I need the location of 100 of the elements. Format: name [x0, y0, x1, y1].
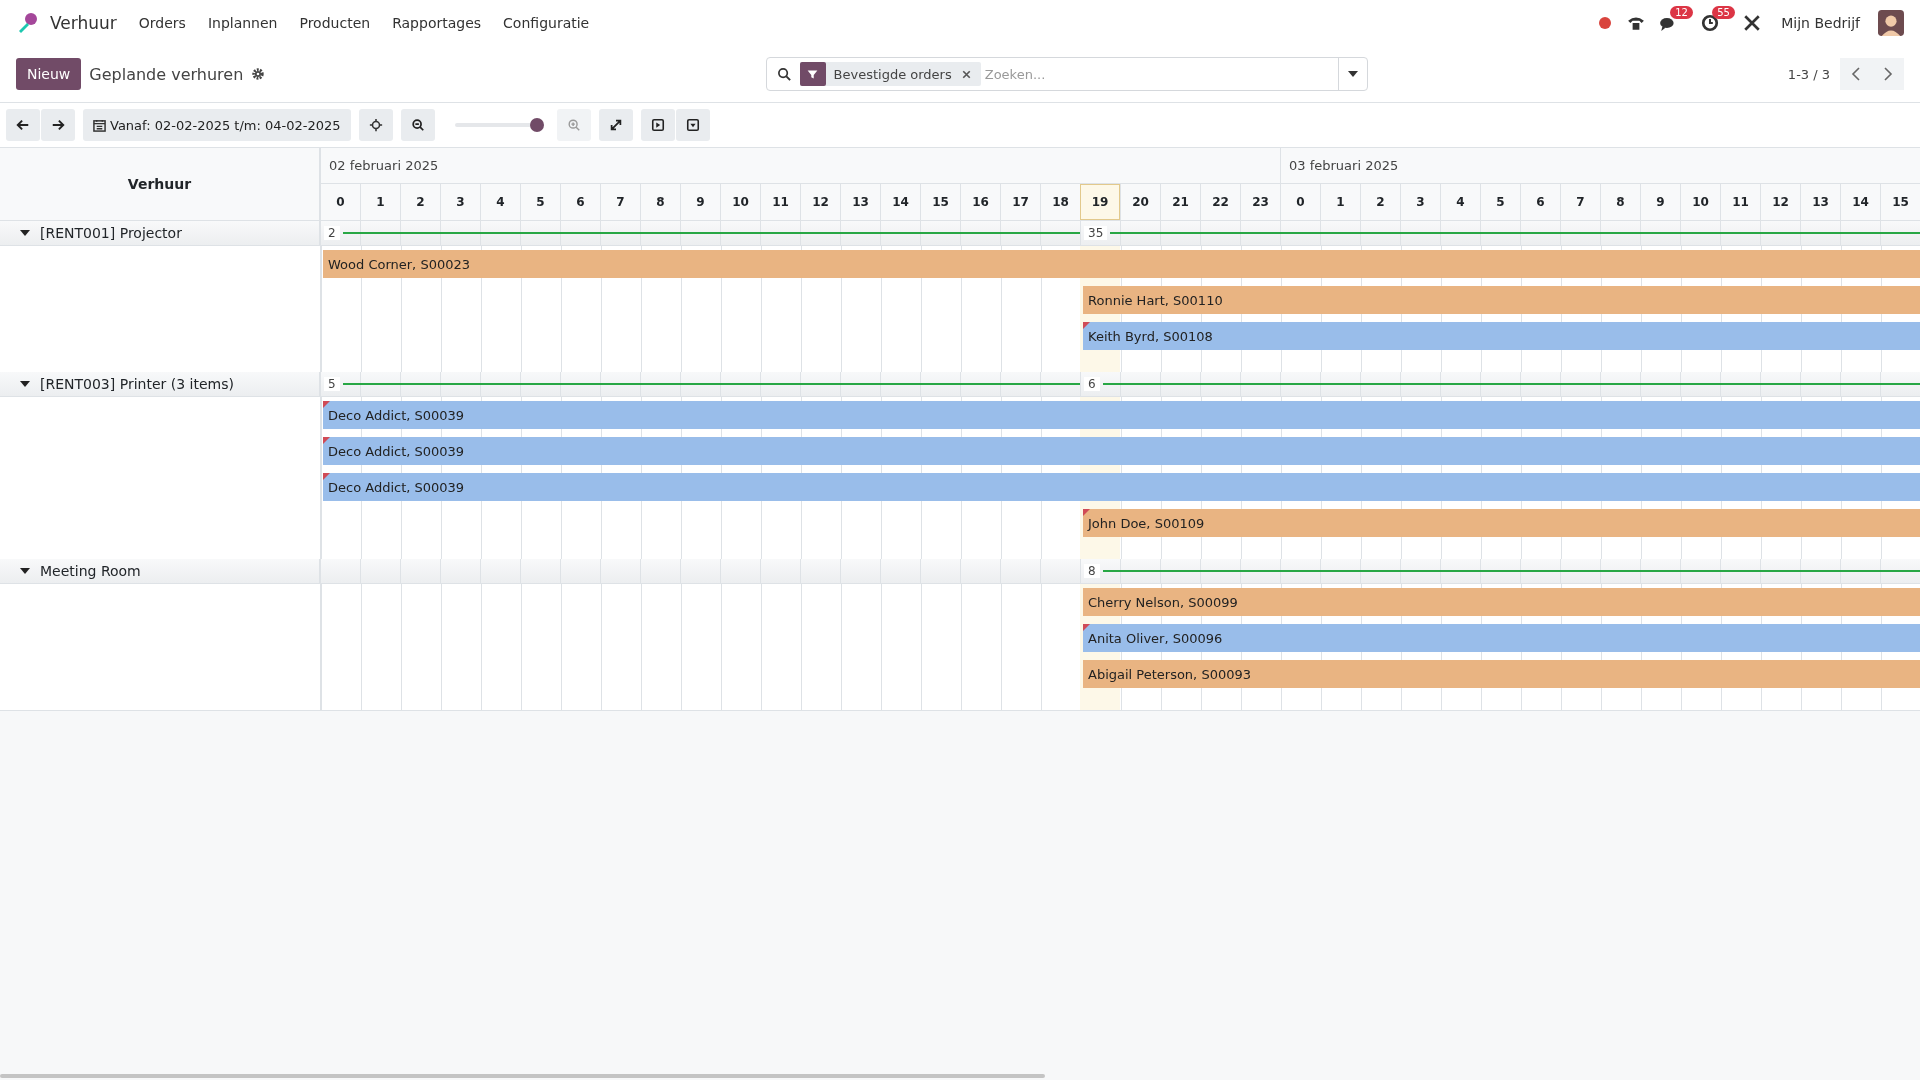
chevron-left-icon	[1851, 66, 1861, 82]
previous-period-button[interactable]	[6, 109, 40, 141]
filter-facet[interactable]: Bevestigde orders	[799, 62, 981, 86]
hour-header: 12	[1760, 184, 1800, 220]
focus-today-button[interactable]	[358, 109, 393, 141]
hour-header: 9	[680, 184, 720, 220]
app-name[interactable]: Verhuur	[50, 13, 117, 33]
hour-header: 3	[1400, 184, 1440, 220]
caret-square-icon	[685, 118, 700, 132]
warning-flag-icon	[1083, 509, 1090, 516]
hour-header: 0	[320, 184, 360, 220]
menu-item[interactable]: Producten	[299, 15, 371, 31]
hour-header: 9	[1640, 184, 1680, 220]
group-name: [RENT003] Printer (3 items)	[40, 376, 234, 392]
hour-header: 6	[1520, 184, 1560, 220]
clock-icon[interactable]	[1701, 14, 1720, 32]
rental-pill[interactable]: John Doe, S00109	[1083, 509, 1920, 537]
hour-header: 2	[400, 184, 440, 220]
search-field[interactable]: Bevestigde orders Zoeken...	[765, 57, 1368, 91]
hour-header: 13	[840, 184, 880, 220]
expand-rows-button[interactable]	[640, 109, 675, 141]
arrow-right-icon	[51, 118, 65, 132]
hour-header: 2	[1360, 184, 1400, 220]
phone-icon[interactable]	[1627, 14, 1646, 32]
pager-value[interactable]: 1-3 / 3	[1787, 66, 1830, 82]
facet-label: Bevestigde orders	[833, 66, 952, 82]
search-icon	[776, 66, 792, 82]
rental-pill[interactable]: Deco Addict, S00039	[323, 473, 1920, 501]
hour-header: 17	[1000, 184, 1040, 220]
rental-pill[interactable]: Cherry Nelson, S00099	[1083, 588, 1920, 616]
zoom-out-icon	[410, 118, 425, 132]
filter-icon	[806, 67, 820, 81]
hour-header: 8	[1600, 184, 1640, 220]
hour-header: 7	[600, 184, 640, 220]
hour-header: 23	[1240, 184, 1280, 220]
hour-header: 21	[1160, 184, 1200, 220]
group-row-header[interactable]: Meeting Room	[0, 559, 320, 583]
hour-header: 14	[1840, 184, 1880, 220]
horizontal-scrollbar[interactable]	[0, 1074, 1045, 1078]
rental-pill[interactable]: Abigail Peterson, S00093	[1083, 660, 1920, 688]
hour-header: 0	[1280, 184, 1320, 220]
hour-header: 15	[920, 184, 960, 220]
group-row-header[interactable]: [RENT001] Projector	[0, 221, 320, 245]
menu-item[interactable]: Configuratie	[503, 15, 590, 31]
calendar-icon	[93, 118, 106, 132]
rental-pill[interactable]: Deco Addict, S00039	[323, 437, 1920, 465]
zoom-thumb[interactable]	[529, 118, 544, 132]
hour-header: 6	[560, 184, 600, 220]
menu-item[interactable]: Rapportages	[392, 15, 482, 31]
total-count: 8	[1084, 564, 1100, 578]
message-count: 12	[1670, 6, 1693, 19]
new-button[interactable]: Nieuw	[16, 58, 82, 90]
hour-header: 13	[1800, 184, 1840, 220]
rental-pill[interactable]: Anita Oliver, S00096	[1083, 624, 1920, 652]
arrow-left-icon	[16, 118, 30, 132]
hour-header: 15	[1880, 184, 1920, 220]
expand-button[interactable]	[598, 109, 633, 141]
hour-header: 22	[1200, 184, 1240, 220]
day-header: 03 februari 2025	[1280, 148, 1920, 184]
warning-flag-icon	[323, 437, 330, 444]
total-count: 2	[324, 226, 340, 240]
hour-header: 4	[1440, 184, 1480, 220]
hour-header: 10	[720, 184, 760, 220]
warning-flag-icon	[323, 473, 330, 480]
expand-arrows-icon	[608, 118, 623, 132]
hour-header: 11	[1720, 184, 1760, 220]
hour-header: 12	[800, 184, 840, 220]
settings-icon[interactable]	[251, 67, 266, 81]
column-header: Verhuur	[0, 148, 320, 220]
rental-pill[interactable]: Keith Byrd, S00108	[1083, 322, 1920, 350]
hour-header: 7	[1560, 184, 1600, 220]
hour-header: 5	[1480, 184, 1520, 220]
zoom-out-button[interactable]	[400, 109, 435, 141]
avatar[interactable]	[1878, 10, 1904, 36]
menu-item[interactable]: Inplannen	[207, 15, 278, 31]
hour-header: 14	[880, 184, 920, 220]
day-header: 02 februari 2025	[320, 148, 1280, 184]
hour-header: 1	[360, 184, 400, 220]
rental-pill[interactable]: Ronnie Hart, S00110	[1083, 286, 1920, 314]
zoom-in-icon	[566, 118, 581, 132]
recording-dot-icon[interactable]	[1599, 17, 1612, 29]
total-count: 6	[1084, 377, 1100, 391]
next-period-button[interactable]	[41, 109, 75, 141]
activity-count: 55	[1712, 6, 1735, 19]
group-row-header[interactable]: [RENT003] Printer (3 items)	[0, 372, 320, 396]
group-name: Meeting Room	[40, 563, 141, 579]
hour-header: 5	[520, 184, 560, 220]
date-range-button[interactable]: Vanaf: 02-02-2025 t/m: 04-02-2025	[83, 109, 351, 141]
rental-pill[interactable]: Deco Addict, S00039	[323, 401, 1920, 429]
hour-header: 1	[1320, 184, 1360, 220]
company-name[interactable]: Mijn Bedrijf	[1781, 15, 1860, 31]
warning-flag-icon	[1083, 322, 1090, 329]
caret-icon	[1347, 71, 1358, 77]
hour-header: 4	[480, 184, 520, 220]
menu-item[interactable]: Orders	[138, 15, 186, 31]
hour-header: 10	[1680, 184, 1720, 220]
play-square-icon	[650, 118, 665, 132]
rental-pill[interactable]: Wood Corner, S00023	[323, 250, 1920, 278]
collapse-rows-button[interactable]	[675, 109, 710, 141]
hour-header: 19	[1080, 184, 1120, 220]
